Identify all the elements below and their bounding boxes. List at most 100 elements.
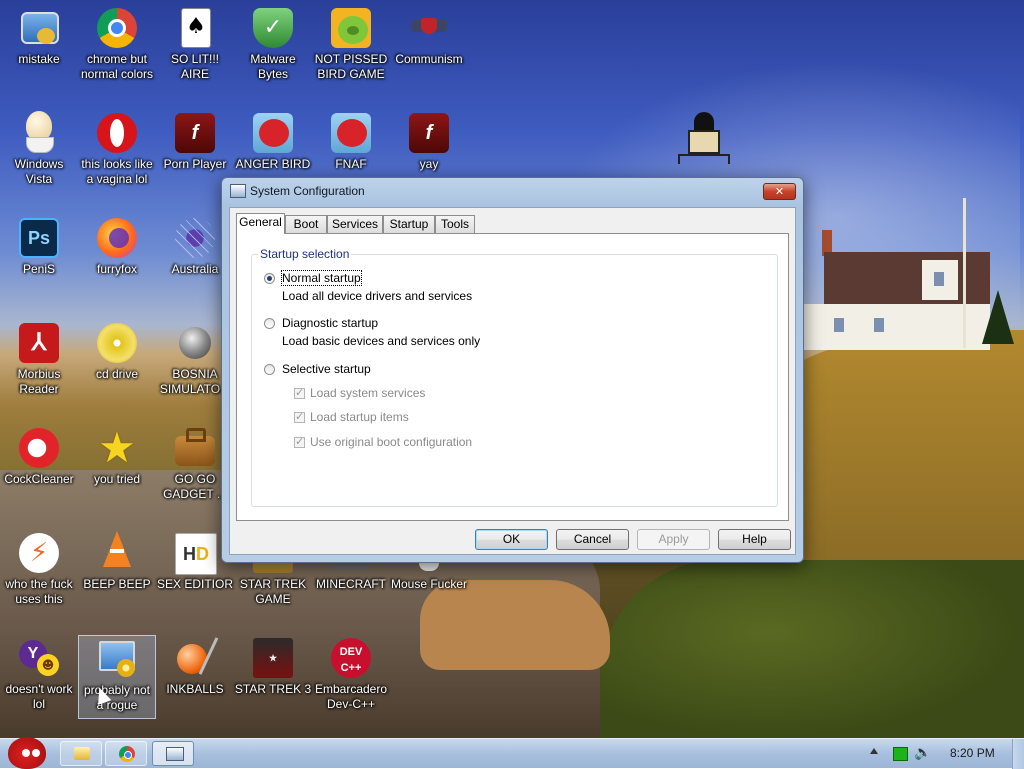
icon-label: STAR TREK 3 <box>234 682 312 696</box>
taskbar-clock[interactable]: 8:20 PM <box>950 746 995 760</box>
control-panel-icon <box>95 637 139 681</box>
acrobat-reader-icon: ⅄ <box>17 321 61 365</box>
taskbar-chrome-button[interactable] <box>105 741 147 766</box>
icon-label: Communism <box>395 52 463 66</box>
desktop-icon[interactable]: Y ☻ doesn't work lol <box>0 630 78 712</box>
shield-check-icon: ✓ <box>251 6 295 50</box>
flash-player-icon: f <box>173 111 217 155</box>
desktop-icon[interactable]: f Porn Player <box>156 105 234 172</box>
taskbar-explorer-button[interactable] <box>60 741 102 766</box>
ccleaner-icon <box>17 426 61 470</box>
angry-bird-icon <box>329 111 373 155</box>
close-button[interactable]: ✕ <box>763 183 796 200</box>
lighthouse-scenery <box>678 112 730 178</box>
desktop-icon[interactable]: NOT PISSED BIRD GAME <box>312 0 390 82</box>
icon-label: Embarcadero Dev-C++ <box>314 682 388 711</box>
angry-bird-icon <box>251 111 295 155</box>
minesweeper-mine-icon <box>173 321 217 365</box>
use-original-boot-config-label: Use original boot configuration <box>310 435 473 449</box>
desktop-icon[interactable]: chrome but normal colors <box>78 0 156 82</box>
icon-label: MINECRAFT <box>316 577 386 591</box>
icon-label: BEEP BEEP <box>83 577 151 591</box>
load-startup-items-label: Load startup items <box>310 410 409 424</box>
icon-label: Morbius Reader <box>17 367 61 396</box>
windows-explorer-icon <box>74 747 90 760</box>
desktop-icon[interactable]: DEV C++ Embarcadero Dev-C++ <box>312 630 390 712</box>
tab-services[interactable]: Services <box>327 215 383 233</box>
flash-player-icon: f <box>407 111 451 155</box>
normal-startup-radio[interactable] <box>264 273 275 284</box>
diagnostic-startup-radio[interactable] <box>264 318 275 329</box>
hxd-editor-icon: HD <box>173 531 217 575</box>
tab-boot[interactable]: Boot <box>285 215 327 233</box>
normal-startup-description: Load all device drivers and services <box>282 289 473 303</box>
shrubs-scenery <box>600 560 1024 738</box>
desktop-icon[interactable]: f yay <box>390 105 468 172</box>
help-button[interactable]: Help <box>718 529 791 550</box>
icon-label: probably not a rogue <box>83 683 151 712</box>
network-icon[interactable] <box>893 747 908 761</box>
selective-startup-label[interactable]: Selective startup <box>282 362 371 376</box>
desktop-icon[interactable]: INKBALLS <box>156 630 234 697</box>
volume-icon[interactable]: 🔈 <box>914 745 931 761</box>
desktop-icon[interactable]: furryfox <box>78 210 156 277</box>
red-emblem-icon <box>407 6 451 50</box>
tab-startup[interactable]: Startup <box>383 215 435 233</box>
taskbar-system-configuration-button[interactable] <box>152 741 194 766</box>
selective-startup-radio[interactable] <box>264 364 275 375</box>
computer-monitor-icon <box>17 6 61 50</box>
desktop-icon[interactable]: Windows Vista <box>0 105 78 187</box>
bird-eye-left <box>22 749 30 757</box>
icon-label: Windows Vista <box>14 157 64 186</box>
desktop-icon[interactable]: Ps PeniS <box>0 210 78 277</box>
tab-general[interactable]: General <box>236 213 285 234</box>
apply-button: Apply <box>637 529 710 550</box>
load-startup-items-checkbox <box>294 410 305 423</box>
use-original-boot-config-checkbox <box>294 435 305 448</box>
icon-label: Malware Bytes <box>250 52 296 81</box>
show-desktop-button[interactable] <box>1012 739 1024 769</box>
desktop-icon[interactable]: mistake <box>0 0 78 67</box>
icon-label: INKBALLS <box>166 682 224 696</box>
diagnostic-startup-description: Load basic devices and services only <box>282 334 481 348</box>
diagnostic-startup-label[interactable]: Diagnostic startup <box>282 316 378 330</box>
desktop-icon[interactable]: ANGER BIRD <box>234 105 312 172</box>
desktop-icon[interactable]: ★ STAR TREK 3 <box>234 630 312 697</box>
group-label: Startup selection <box>258 247 352 261</box>
close-icon: ✕ <box>774 185 785 198</box>
icon-label: Mouse Fucker <box>390 577 468 591</box>
opera-icon <box>95 111 139 155</box>
desktop-icon-selected[interactable]: probably not a rogue <box>78 635 156 719</box>
desktop-icon[interactable]: ♠ SO LIT!!! AIRE <box>156 0 234 82</box>
ok-button[interactable]: OK <box>475 529 548 550</box>
desktop-icon[interactable]: FNAF <box>312 105 390 172</box>
desktop-icon[interactable]: cd drive <box>78 315 156 382</box>
desktop-icon[interactable]: Communism <box>390 0 468 67</box>
desktop-icon[interactable]: ★ you tried <box>78 420 156 487</box>
pine-tree-scenery <box>982 290 1014 344</box>
cancel-button[interactable]: Cancel <box>556 529 629 550</box>
desktop-icon[interactable]: ⚡ who the fuck uses this <box>0 525 78 607</box>
system-configuration-icon <box>166 747 184 761</box>
boulder-scenery <box>420 580 610 670</box>
start-button[interactable] <box>2 731 52 769</box>
desktop-icon[interactable]: ✓ Malware Bytes <box>234 0 312 82</box>
icon-label: furryfox <box>96 262 137 276</box>
egg-cup-icon <box>17 111 61 155</box>
solitaire-cards-icon: ♠ <box>173 6 217 50</box>
firefox-icon <box>95 216 139 260</box>
cd-disc-icon <box>95 321 139 365</box>
desktop-icon[interactable]: this looks like a vagina lol <box>78 105 156 187</box>
icon-label: SEX EDITIOR <box>156 577 233 591</box>
load-system-services-label: Load system services <box>310 386 426 400</box>
show-hidden-icons-arrow-icon[interactable] <box>870 748 878 754</box>
icon-label: this looks like a vagina lol <box>81 157 153 186</box>
desktop-icon[interactable]: BEEP BEEP <box>78 525 156 592</box>
dialog-title: System Configuration <box>250 184 365 198</box>
desktop-icon[interactable]: CockCleaner <box>0 420 78 487</box>
desktop-icon[interactable]: ⅄ Morbius Reader <box>0 315 78 397</box>
chrome-icon <box>95 6 139 50</box>
briefcase-icon <box>173 426 217 470</box>
tab-tools[interactable]: Tools <box>435 215 475 233</box>
normal-startup-label[interactable]: Normal startup <box>281 270 362 286</box>
